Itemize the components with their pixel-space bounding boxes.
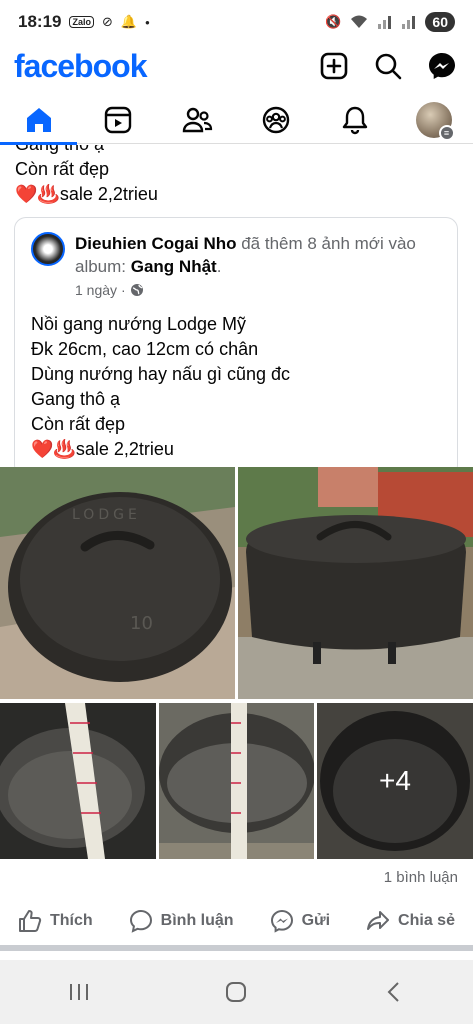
globe-icon	[130, 284, 143, 296]
share-icon	[367, 911, 390, 930]
post-title: Dieuhien Cogai Nho đã thêm 8 ảnh mới vào…	[75, 234, 416, 276]
facebook-logo[interactable]: facebook	[14, 48, 147, 85]
photo-1[interactable]: LODGE 10	[0, 467, 235, 699]
friends-icon	[182, 107, 213, 132]
thumbs-up-icon	[19, 910, 42, 932]
feed-divider	[0, 945, 473, 951]
share-button[interactable]: Chia sẻ	[366, 909, 455, 933]
bell-notification-icon: 🔔	[120, 14, 138, 29]
post-card: Dieuhien Cogai Nho đã thêm 8 ảnh mới vào…	[14, 217, 458, 477]
tab-home[interactable]	[0, 96, 78, 145]
recent-apps-button[interactable]	[49, 967, 109, 1017]
tab-menu[interactable]: ≡	[404, 96, 464, 144]
tab-friends[interactable]	[167, 96, 227, 144]
signal-icon-2	[402, 16, 416, 29]
mute-icon: 🔇	[325, 14, 342, 29]
comment-icon	[129, 909, 152, 933]
messenger-notification-icon: ⊘	[102, 14, 113, 29]
tab-groups[interactable]	[246, 96, 306, 144]
status-bar: 18:19 Zalo ⊘ 🔔 • 🔇 60	[0, 0, 473, 44]
video-icon	[105, 106, 132, 133]
news-feed[interactable]: Gang thô ạ Còn rất đẹp ❤️♨️sale 2,2trieu…	[0, 145, 473, 951]
create-button[interactable]	[317, 49, 351, 83]
menu-icon: ≡	[438, 124, 455, 141]
messenger-icon	[429, 53, 455, 79]
post-body: Nồi gang nướng Lodge Mỹ Đk 26cm, cao 12c…	[31, 314, 291, 459]
photo-3[interactable]	[0, 703, 156, 859]
home-nav-button[interactable]	[206, 967, 266, 1017]
recents-icon	[69, 984, 88, 1000]
system-nav-bar	[0, 960, 473, 1024]
like-button[interactable]: Thích	[18, 909, 93, 933]
photo-grid: LODGE 10 +4	[0, 467, 473, 859]
post-actions: Thích Bình luận Gửi Chia sẻ	[0, 901, 473, 941]
clock: 18:19	[18, 12, 62, 31]
send-button[interactable]: Gửi	[270, 909, 330, 933]
home-icon	[27, 107, 52, 132]
previous-post-text: Gang thô ạ Còn rất đẹp ❤️♨️sale 2,2trieu	[15, 145, 158, 204]
messenger-send-icon	[270, 909, 293, 933]
dot-icon: •	[145, 14, 150, 30]
search-icon	[375, 53, 402, 80]
photo-4[interactable]	[159, 703, 314, 859]
tab-video[interactable]	[88, 96, 148, 144]
profile-avatar: ≡	[415, 101, 455, 141]
wifi-icon	[351, 15, 368, 28]
search-button[interactable]	[371, 49, 405, 83]
more-photos-overlay[interactable]: +4	[317, 703, 473, 859]
main-tab-bar: ≡	[0, 96, 473, 145]
photo-2[interactable]	[238, 467, 473, 699]
groups-icon	[262, 106, 290, 133]
photo-5[interactable]: +4	[317, 703, 473, 859]
plus-square-icon	[320, 52, 348, 80]
messenger-button[interactable]	[425, 49, 459, 83]
album-link[interactable]: Gang Nhật	[131, 257, 217, 276]
battery-indicator: 60	[425, 12, 455, 32]
app-header: facebook	[0, 44, 473, 88]
tab-notifications[interactable]	[325, 96, 385, 144]
svg-text:10: 10	[130, 613, 153, 634]
post-time[interactable]: 1 ngày	[75, 282, 117, 298]
comments-count[interactable]: 1 bình luận	[384, 869, 458, 886]
home-circle-icon	[226, 982, 247, 1002]
author-name[interactable]: Dieuhien Cogai Nho	[75, 234, 237, 253]
bell-icon	[342, 106, 367, 134]
comment-button[interactable]: Bình luận	[129, 909, 234, 933]
signal-icon	[378, 16, 392, 29]
back-chevron-icon	[387, 982, 399, 1002]
svg-text:LODGE: LODGE	[72, 507, 141, 523]
zalo-notification-icon: Zalo	[69, 16, 94, 28]
author-avatar[interactable]	[31, 232, 65, 266]
back-button[interactable]	[364, 967, 424, 1017]
